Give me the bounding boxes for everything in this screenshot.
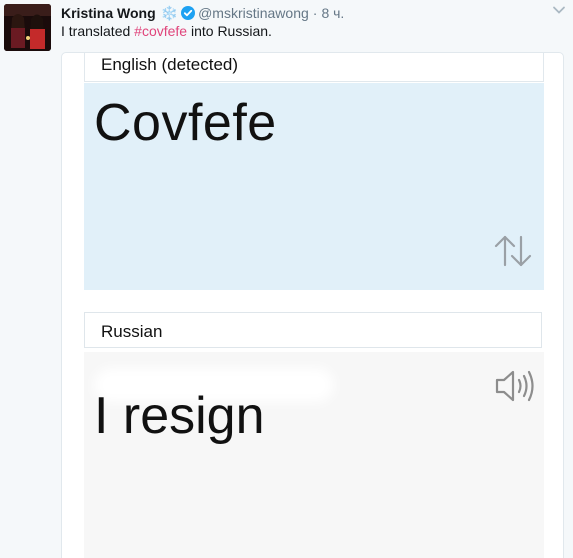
tweet-text-before: I translated — [61, 23, 135, 39]
tweet-timestamp[interactable]: 8 ч. — [321, 5, 344, 21]
swap-languages-icon — [491, 233, 535, 269]
source-language-label: English (detected) — [101, 55, 239, 74]
target-text-panel: I resign — [84, 352, 544, 558]
translation-image[interactable]: English (detected) Covfefe Russian I res… — [61, 52, 564, 558]
source-text: Covfefe — [94, 94, 277, 152]
tweet-text: I translated #covfefe into Russian. — [61, 23, 272, 39]
chevron-down-icon[interactable] — [552, 3, 566, 17]
author-handle[interactable]: @mskristinawong — [198, 5, 309, 21]
hashtag-link[interactable]: #covfefe — [134, 23, 187, 39]
target-text: I resign — [94, 387, 265, 445]
speaker-icon — [494, 366, 538, 406]
source-language-bar: English (detected) — [84, 53, 544, 82]
target-language-bar: Russian — [84, 312, 542, 348]
author-name[interactable]: Kristina Wong — [61, 5, 156, 21]
tweet: Kristina Wong ❄️ @mskristinawong · 8 ч. … — [0, 0, 573, 558]
avatar[interactable] — [4, 4, 51, 51]
snowflake-emoji: ❄️ — [160, 4, 179, 21]
verified-badge-icon — [181, 6, 196, 20]
separator-dot: · — [312, 5, 318, 21]
source-text-panel: Covfefe — [84, 83, 544, 290]
tweet-header: Kristina Wong ❄️ @mskristinawong · 8 ч. — [61, 3, 344, 23]
tweet-text-after: into Russian. — [187, 23, 272, 39]
target-language-label: Russian — [101, 322, 163, 341]
